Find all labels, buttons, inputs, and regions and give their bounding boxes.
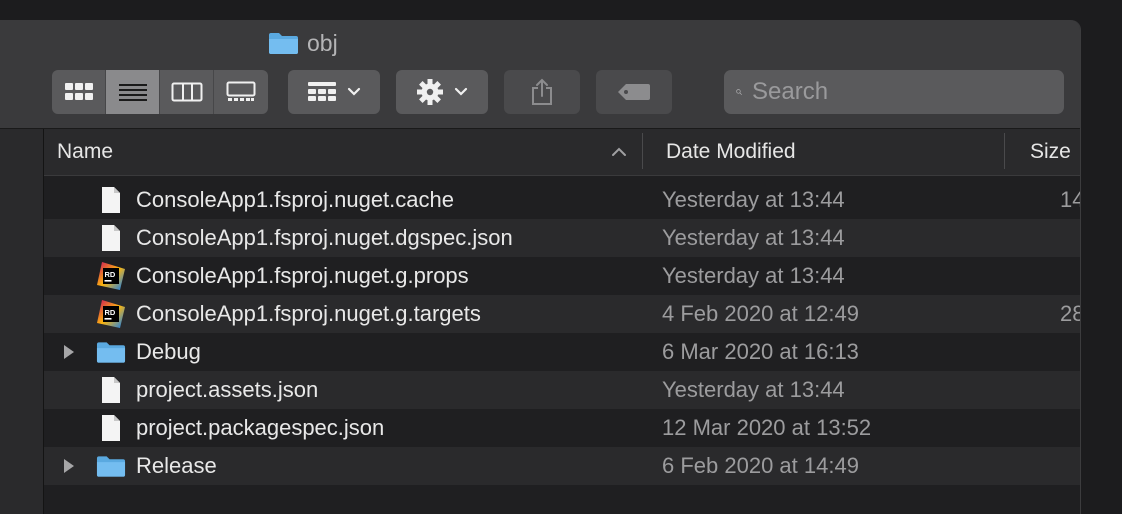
icon-view-button[interactable] xyxy=(52,70,106,114)
rider-file-icon: RD xyxy=(96,261,126,291)
file-date-modified: 6 Mar 2020 at 16:13 xyxy=(662,339,859,364)
column-header: Name Date Modified Size xyxy=(44,129,1080,176)
name-column-label: Name xyxy=(57,140,114,163)
folder-icon xyxy=(96,337,126,367)
columns-icon xyxy=(171,82,202,102)
document-icon xyxy=(96,413,126,443)
list-icon xyxy=(118,84,147,101)
tag-button[interactable] xyxy=(596,70,672,114)
file-date-modified: 6 Feb 2020 at 14:49 xyxy=(662,453,859,478)
disclosure-triangle-icon[interactable] xyxy=(62,458,76,474)
search-field[interactable] xyxy=(724,70,1064,114)
toolbar: obj xyxy=(0,20,1080,129)
document-icon xyxy=(96,375,126,405)
file-size: 14 xyxy=(1060,187,1080,212)
sort-ascending-icon[interactable] xyxy=(611,147,627,157)
file-size: 28 xyxy=(1060,301,1080,326)
date-column-header[interactable]: Date Modified xyxy=(666,129,796,175)
gallery-icon xyxy=(226,81,256,101)
grid-icon xyxy=(64,83,93,100)
file-name: ConsoleApp1.fsproj.nuget.g.targets xyxy=(136,301,481,326)
file-date-modified: Yesterday at 13:44 xyxy=(662,377,845,402)
file-name: project.assets.json xyxy=(136,377,319,402)
file-name: project.packagespec.json xyxy=(136,415,385,440)
name-column-header[interactable]: Name xyxy=(57,129,113,175)
column-view-button[interactable] xyxy=(160,70,214,114)
file-name: ConsoleApp1.fsproj.nuget.cache xyxy=(136,187,454,212)
window-title-text: obj xyxy=(307,29,338,56)
group-by-button[interactable] xyxy=(288,70,380,114)
file-row[interactable]: RD ConsoleApp1.fsproj.nuget.g.props Yester… xyxy=(44,257,1080,295)
size-column-header[interactable]: Size xyxy=(1030,129,1071,175)
file-row[interactable]: project.assets.json Yesterday at 13:44 xyxy=(44,371,1080,409)
file-row[interactable]: ConsoleApp1.fsproj.nuget.cache Yesterday … xyxy=(44,181,1080,219)
file-date-modified: 12 Mar 2020 at 13:52 xyxy=(662,415,872,440)
folder-row[interactable]: Release 6 Feb 2020 at 14:49 xyxy=(44,447,1080,485)
svg-text:RD: RD xyxy=(105,308,116,317)
folder-icon xyxy=(96,451,126,481)
file-date-modified: Yesterday at 13:44 xyxy=(662,187,845,212)
svg-text:RD: RD xyxy=(105,270,116,279)
window-title: obj xyxy=(268,30,338,56)
document-icon xyxy=(96,185,126,215)
file-date-modified: 4 Feb 2020 at 12:49 xyxy=(662,301,859,326)
file-name: ConsoleApp1.fsproj.nuget.g.props xyxy=(136,263,469,288)
chevron-down-icon xyxy=(347,87,361,96)
search-icon xyxy=(736,89,742,95)
rider-file-icon: RD xyxy=(96,299,126,329)
list-view-button[interactable] xyxy=(106,70,160,114)
sidebar xyxy=(0,129,44,514)
size-column-label: Size xyxy=(1030,140,1071,163)
file-date-modified: Yesterday at 13:44 xyxy=(662,263,845,288)
view-mode-segmented xyxy=(52,70,268,114)
file-name: Debug xyxy=(136,339,201,364)
date-column-label: Date Modified xyxy=(666,140,796,163)
column-divider[interactable] xyxy=(642,133,643,169)
chevron-down-icon xyxy=(454,87,468,96)
group-by-icon xyxy=(308,82,336,101)
file-name: Release xyxy=(136,453,217,478)
file-row[interactable]: ConsoleApp1.fsproj.nuget.dgspec.json Yest… xyxy=(44,219,1080,257)
file-list: Name Date Modified Size ConsoleApp1.fspr… xyxy=(44,129,1080,514)
document-icon xyxy=(96,223,126,253)
share-icon xyxy=(532,78,552,105)
file-name: ConsoleApp1.fsproj.nuget.dgspec.json xyxy=(136,225,513,250)
finder-window: obj Search Name Date Modified Size Conso… xyxy=(0,20,1081,514)
file-row[interactable]: RD ConsoleApp1.fsproj.nuget.g.targets 4 Fe… xyxy=(44,295,1080,333)
search-input[interactable] xyxy=(750,77,1064,107)
share-button[interactable] xyxy=(504,70,580,114)
folder-icon xyxy=(269,33,298,54)
folder-row[interactable]: Debug 6 Mar 2020 at 16:13 xyxy=(44,333,1080,371)
action-button[interactable] xyxy=(396,70,488,114)
file-date-modified: Yesterday at 13:44 xyxy=(662,225,845,250)
gear-icon xyxy=(417,79,443,105)
column-divider[interactable] xyxy=(1004,133,1005,169)
disclosure-triangle-icon[interactable] xyxy=(62,344,76,360)
file-row[interactable]: project.packagespec.json 12 Mar 2020 at 1… xyxy=(44,409,1080,447)
gallery-view-button[interactable] xyxy=(214,70,268,114)
tag-icon xyxy=(618,84,650,100)
